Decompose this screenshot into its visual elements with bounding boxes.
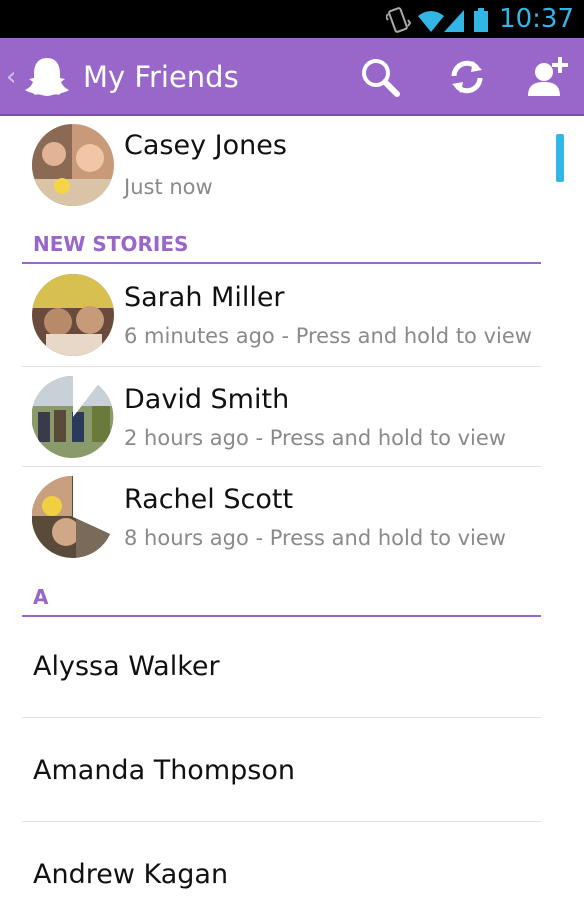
story-avatar: [32, 274, 114, 356]
add-friend-icon: [528, 57, 568, 96]
avatar: [32, 124, 114, 206]
friend-status: Just now: [124, 175, 213, 199]
status-bar: 10:37: [0, 0, 584, 38]
story-row-sarah-miller[interactable]: Sarah Miller 6 minutes ago - Press and h…: [22, 270, 541, 366]
signal-icon: [444, 10, 464, 32]
friend-name: Casey Jones: [124, 130, 287, 161]
my-profile-row[interactable]: Casey Jones Just now: [22, 120, 541, 212]
story-avatar: [32, 476, 111, 558]
ghost-logo-icon[interactable]: [22, 52, 72, 102]
section-header-new-stories: NEW STORIES: [22, 228, 541, 264]
section-header-label: NEW STORIES: [33, 232, 189, 256]
story-status: 2 hours ago - Press and hold to view: [124, 426, 506, 450]
wifi-icon: [418, 11, 444, 32]
friend-name: Sarah Miller: [124, 282, 285, 313]
page-title: My Friends: [83, 60, 239, 94]
friend-row-andrew-kagan[interactable]: Andrew Kagan: [33, 859, 228, 890]
friend-row-amanda-thompson[interactable]: Amanda Thompson: [33, 755, 295, 786]
action-bar: ‹ My Friends: [0, 38, 584, 116]
story-row-david-smith[interactable]: David Smith 2 hours ago - Press and hold…: [22, 372, 541, 466]
add-friend-button[interactable]: [524, 54, 570, 100]
friend-name: Rachel Scott: [124, 484, 294, 515]
refresh-button[interactable]: [444, 54, 490, 100]
friend-name: David Smith: [124, 384, 290, 415]
section-header-a: A: [22, 581, 541, 617]
story-status: 6 minutes ago - Press and hold to view: [124, 324, 532, 348]
row-divider: [22, 717, 541, 718]
clock: 10:37: [499, 4, 574, 34]
status-icons: [386, 7, 488, 33]
section-header-label: A: [33, 585, 49, 609]
story-row-rachel-scott[interactable]: Rachel Scott 8 hours ago - Press and hol…: [22, 472, 541, 568]
back-chevron-icon[interactable]: ‹: [6, 62, 16, 92]
story-status: 8 hours ago - Press and hold to view: [124, 526, 506, 550]
scrollbar[interactable]: [556, 134, 564, 182]
row-divider: [22, 466, 541, 467]
story-avatar: [32, 376, 114, 458]
refresh-icon: [451, 60, 483, 94]
friend-row-alyssa-walker[interactable]: Alyssa Walker: [33, 651, 220, 682]
search-button[interactable]: [357, 54, 403, 100]
row-divider: [22, 821, 541, 822]
vibrate-icon: [386, 7, 412, 33]
battery-icon: [474, 8, 488, 32]
search-icon: [362, 59, 400, 97]
row-divider: [22, 366, 541, 367]
